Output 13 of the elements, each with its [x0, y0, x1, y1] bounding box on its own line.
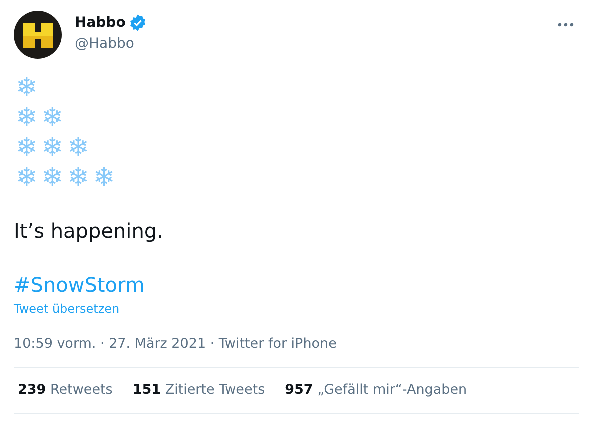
more-options-icon[interactable] [558, 23, 574, 27]
snowflake-emoji-line: ❄❄ [16, 103, 69, 133]
tweet-timestamp[interactable]: 10:59 vorm. · 27. März 2021 · Twitter for iPhone [14, 336, 579, 368]
user-handle[interactable]: @Habbo [75, 36, 558, 52]
engagement-stat[interactable]: 957 „Gefällt mir“-Angaben [285, 382, 468, 398]
tweet-text: It’s happening. [14, 219, 164, 243]
display-name[interactable]: Habbo [75, 15, 126, 31]
engagement-stat[interactable]: 151 Zitierte Tweets [132, 382, 266, 398]
snowflake-emoji-line: ❄❄❄❄ [16, 163, 120, 193]
avatar-icon[interactable] [14, 11, 62, 59]
snowflake-emoji-line: ❄ [16, 73, 43, 103]
snowflake-emoji-line: ❄❄❄ [16, 133, 94, 163]
engagement-stat[interactable]: 239 Retweets [18, 382, 113, 398]
